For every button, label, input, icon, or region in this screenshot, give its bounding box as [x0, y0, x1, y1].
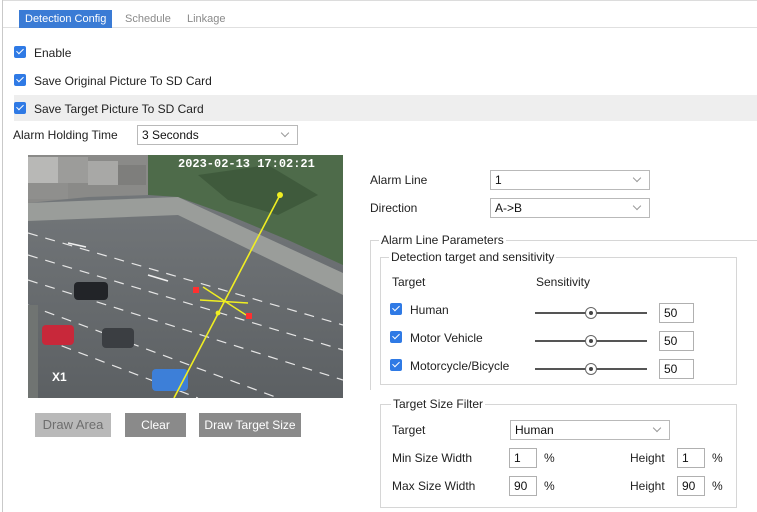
max-width-unit: %: [544, 479, 555, 493]
min-width-unit: %: [544, 451, 555, 465]
motor-vehicle-label: Motor Vehicle: [410, 330, 483, 345]
draw-target-size-button[interactable]: Draw Target Size: [199, 413, 301, 437]
human-sensitivity-input[interactable]: 50: [659, 303, 694, 323]
car-dark: [74, 282, 108, 300]
alarm-line-select[interactable]: 1: [490, 170, 650, 190]
car-red: [42, 325, 74, 345]
slider-knob-icon[interactable]: [585, 307, 597, 319]
human-option[interactable]: Human: [390, 302, 449, 317]
min-height-input[interactable]: 1: [677, 448, 705, 468]
motor-vehicle-checkbox[interactable]: [390, 330, 402, 343]
size-target-label: Target: [392, 423, 426, 437]
min-width-label: Min Size Width: [392, 451, 473, 465]
target-size-filter-legend: Target Size Filter: [391, 397, 486, 411]
motorcycle-bicycle-sensitivity-input[interactable]: 50: [659, 359, 694, 379]
motorcycle-bicycle-checkbox[interactable]: [390, 358, 402, 371]
privacy-mask-4: [118, 165, 146, 185]
draw-area-button[interactable]: Draw Area: [35, 413, 111, 437]
car-grey: [102, 328, 134, 348]
preview-timestamp: 2023-02-13 17:02:21: [178, 157, 315, 171]
enable-option[interactable]: Enable: [14, 39, 71, 65]
privacy-mask: [28, 157, 58, 183]
alarm-line-params-legend: Alarm Line Parameters: [379, 233, 506, 247]
left-pole: [28, 305, 38, 398]
motor-vehicle-sensitivity-slider[interactable]: [535, 335, 647, 347]
alarm-holding-select[interactable]: 3 Seconds: [137, 125, 298, 145]
max-height-label: Height: [630, 479, 665, 493]
tab-linkage[interactable]: Linkage: [181, 10, 232, 28]
size-target-select[interactable]: Human: [510, 420, 670, 440]
max-height-input[interactable]: 90: [677, 476, 705, 496]
alarm-line-label: Alarm Line: [370, 173, 428, 187]
direction-select[interactable]: A->B: [490, 198, 650, 218]
tab-bar: Detection Config Schedule Linkage: [3, 7, 757, 28]
slider-knob-icon[interactable]: [585, 335, 597, 347]
chevron-down-icon: [632, 201, 642, 211]
human-sensitivity-slider[interactable]: [535, 307, 647, 319]
tab-detection-config[interactable]: Detection Config: [19, 10, 113, 28]
privacy-mask-2: [58, 157, 88, 183]
alarm-line-value: 1: [495, 173, 502, 187]
point-a-marker: [193, 287, 199, 293]
min-width-input[interactable]: 1: [509, 448, 537, 468]
human-label: Human: [410, 302, 449, 317]
chevron-down-icon: [632, 173, 642, 183]
chevron-down-icon: [280, 128, 290, 138]
save-original-checkbox[interactable]: [14, 73, 26, 86]
preview-channel: X1: [52, 370, 67, 384]
motor-vehicle-option[interactable]: Motor Vehicle: [390, 330, 483, 345]
alarm-line-mid: [215, 310, 221, 316]
min-height-unit: %: [712, 451, 723, 465]
preview-scene: 2023-02-13 17:02:21 X1: [28, 155, 343, 398]
chevron-down-icon: [652, 423, 662, 433]
save-target-checkbox[interactable]: [14, 101, 26, 114]
motor-vehicle-sensitivity-input[interactable]: 50: [659, 331, 694, 351]
detection-target-legend: Detection target and sensitivity: [389, 250, 557, 264]
max-width-label: Max Size Width: [392, 479, 476, 493]
sensitivity-header: Sensitivity: [536, 275, 591, 289]
slider-knob-icon[interactable]: [585, 363, 597, 375]
save-target-option[interactable]: Save Target Picture To SD Card: [14, 95, 757, 121]
human-checkbox[interactable]: [390, 302, 402, 315]
point-b-marker: [246, 313, 252, 319]
direction-value: A->B: [495, 201, 523, 215]
tab-schedule[interactable]: Schedule: [119, 10, 177, 28]
target-header: Target: [392, 275, 426, 289]
min-height-label: Height: [630, 451, 665, 465]
size-target-value: Human: [515, 423, 554, 437]
alarm-holding-label: Alarm Holding Time: [13, 128, 118, 142]
enable-checkbox[interactable]: [14, 45, 26, 58]
save-target-label: Save Target Picture To SD Card: [34, 101, 204, 116]
save-original-label: Save Original Picture To SD Card: [34, 73, 212, 88]
enable-label: Enable: [34, 45, 72, 60]
alarm-holding-value: 3 Seconds: [142, 128, 199, 142]
max-width-input[interactable]: 90: [509, 476, 537, 496]
motorcycle-bicycle-sensitivity-slider[interactable]: [535, 363, 647, 375]
max-height-unit: %: [712, 479, 723, 493]
direction-label: Direction: [370, 201, 418, 215]
frame-left-border: [2, 0, 3, 512]
video-preview[interactable]: 2023-02-13 17:02:21 X1: [28, 155, 343, 398]
motorcycle-bicycle-label: Motorcycle/Bicycle: [410, 358, 510, 373]
clear-button[interactable]: Clear: [125, 413, 186, 437]
frame-top-border: [2, 0, 757, 1]
motorcycle-bicycle-option[interactable]: Motorcycle/Bicycle: [390, 358, 509, 373]
alarm-line-end-a: [277, 192, 283, 198]
privacy-mask-3: [88, 161, 118, 185]
save-original-option[interactable]: Save Original Picture To SD Card: [14, 67, 212, 93]
privacy-mask-5: [28, 183, 68, 199]
